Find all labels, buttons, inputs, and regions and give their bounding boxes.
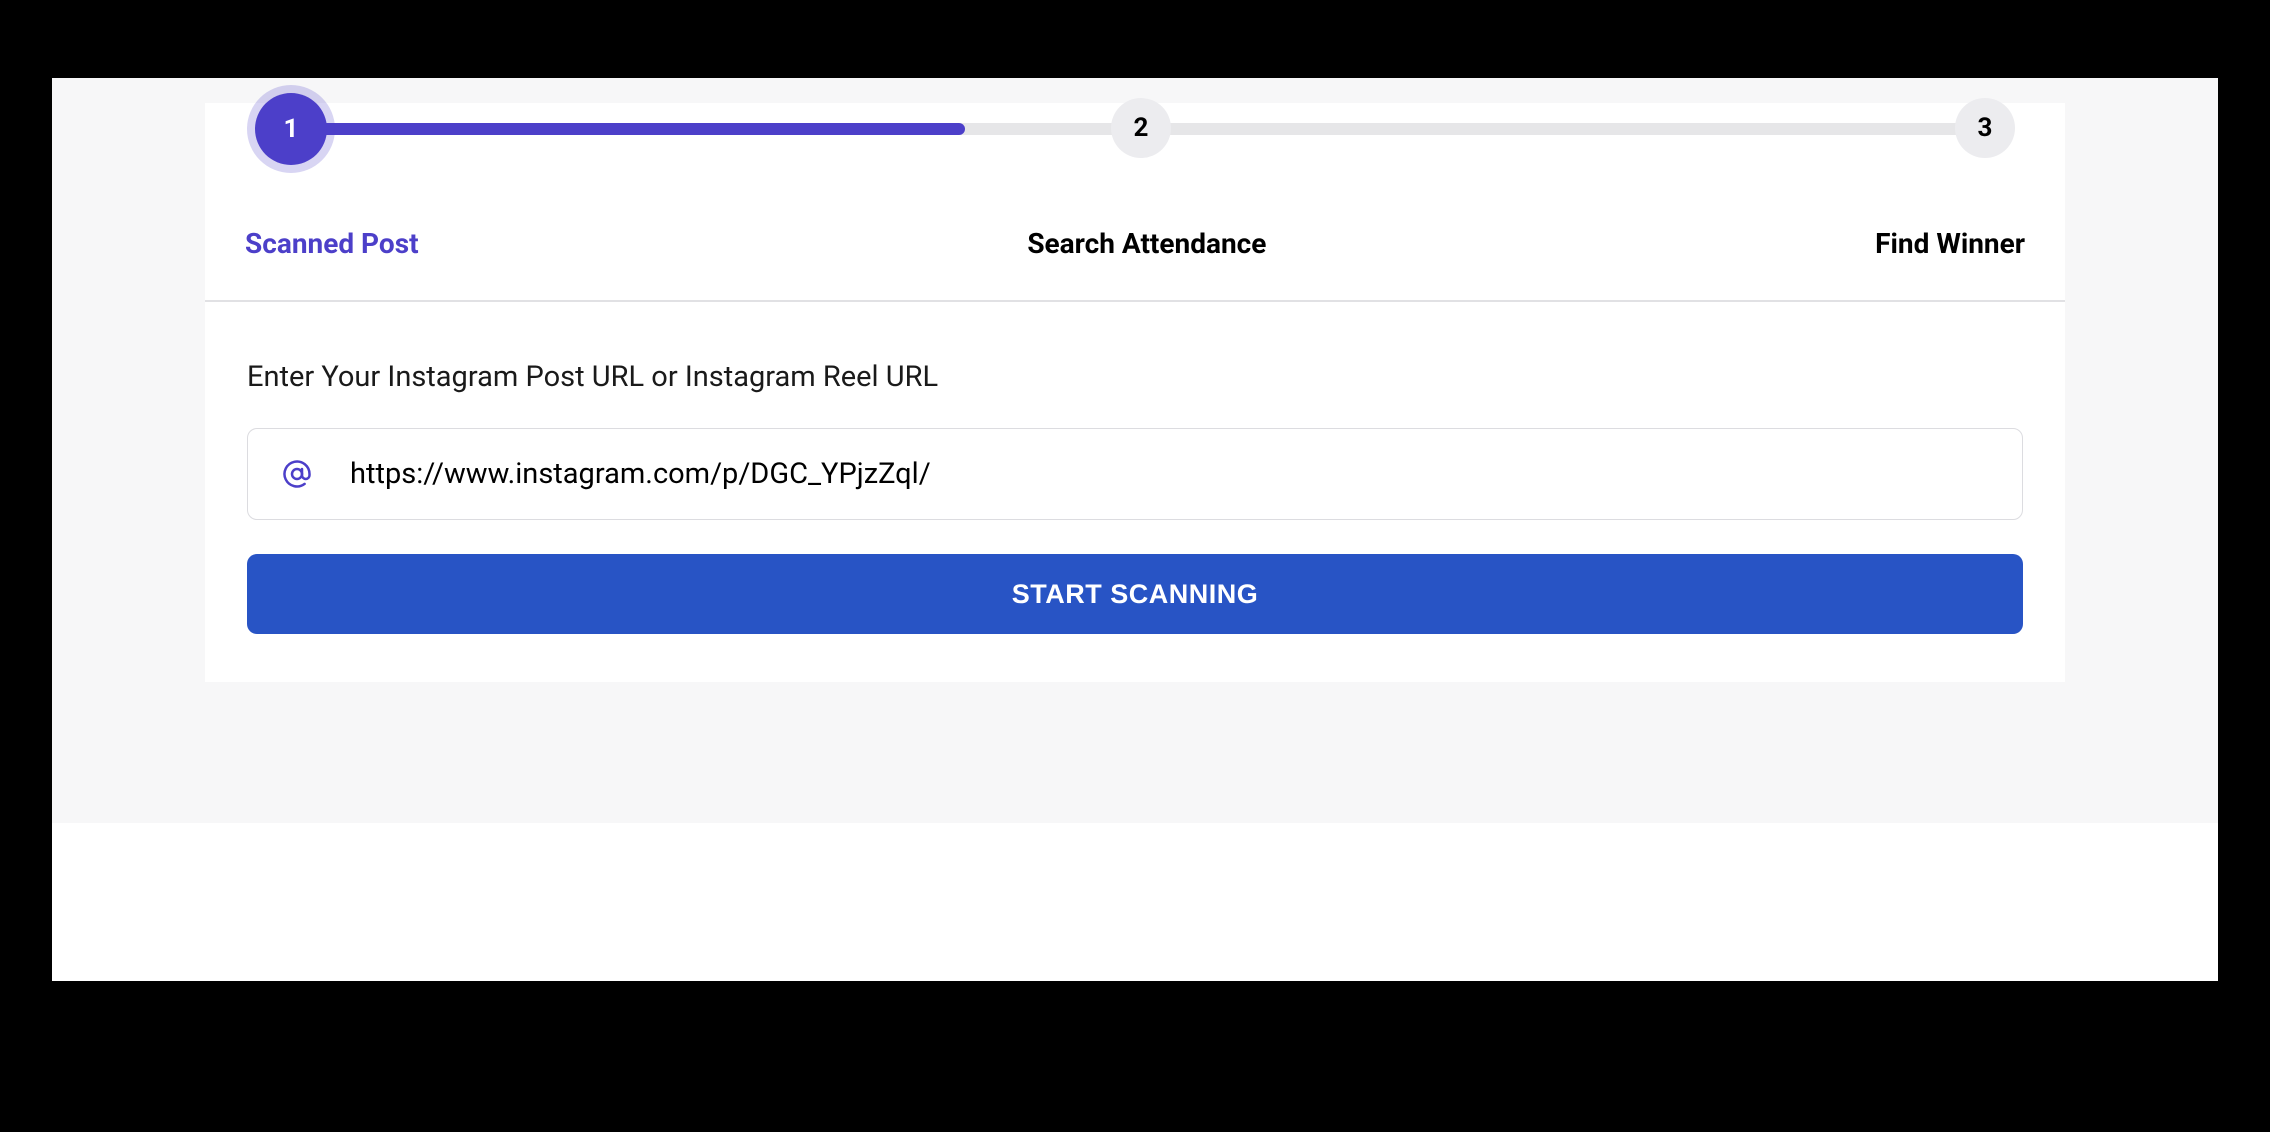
step-label-search-attendance: Search Attendance	[419, 227, 1876, 260]
stepper: 1 2 3 Scanned Post Search Attendance Fin…	[205, 103, 2065, 300]
start-scanning-button[interactable]: START SCANNING	[247, 554, 2023, 634]
bottom-spacer	[52, 823, 2218, 981]
step-circle-1[interactable]: 1	[255, 93, 327, 165]
step-labels: Scanned Post Search Attendance Find Winn…	[205, 175, 2065, 300]
step-label-find-winner: Find Winner	[1875, 227, 2025, 260]
url-input[interactable]	[312, 429, 2022, 519]
url-input-label: Enter Your Instagram Post URL or Instagr…	[247, 360, 2023, 394]
main-card: 1 2 3 Scanned Post Search Attendance Fin…	[205, 103, 2065, 682]
form-section: Enter Your Instagram Post URL or Instagr…	[205, 302, 2065, 682]
page-container: 1 2 3 Scanned Post Search Attendance Fin…	[52, 78, 2218, 823]
step-circle-3[interactable]: 3	[1955, 98, 2015, 158]
stepper-nodes: 1 2 3	[205, 103, 2065, 175]
step-circle-2[interactable]: 2	[1111, 98, 1171, 158]
at-icon	[282, 459, 312, 489]
step-label-scanned-post: Scanned Post	[245, 227, 419, 260]
url-input-wrapper[interactable]	[247, 428, 2023, 520]
